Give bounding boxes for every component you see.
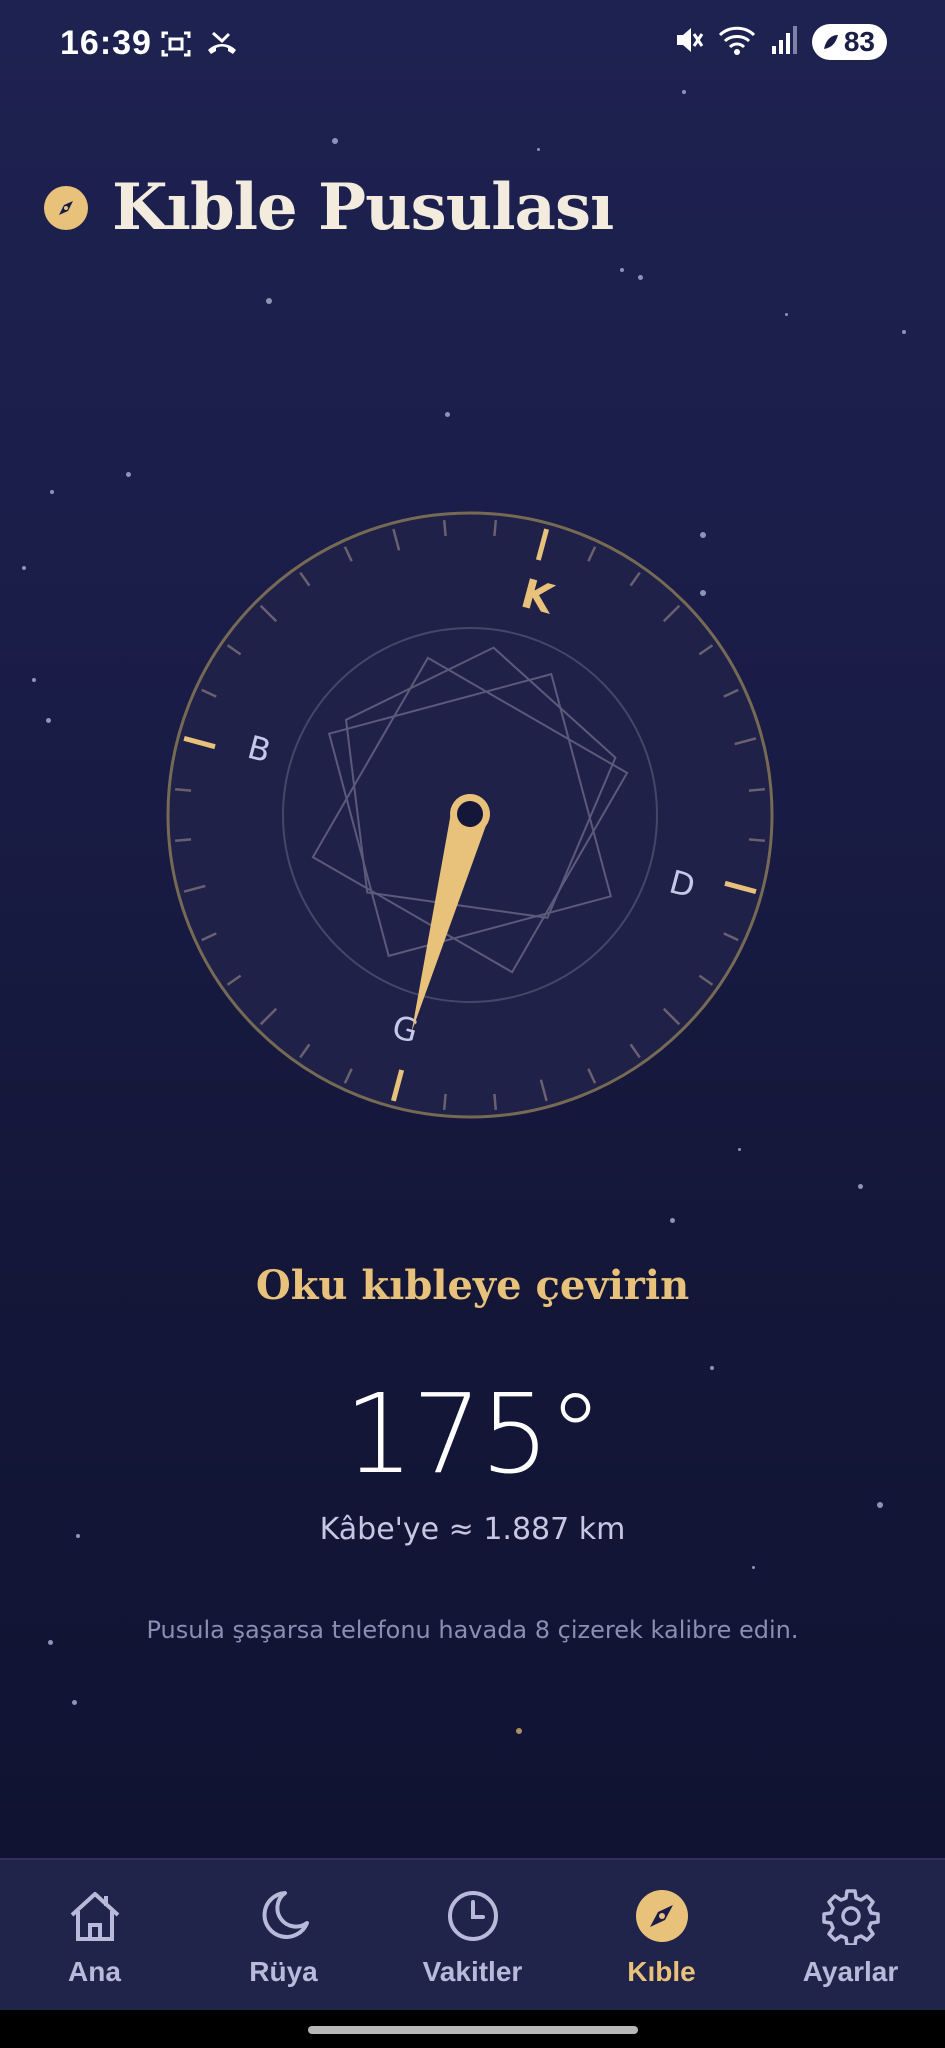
nav-item-ruya[interactable]: Rüya bbox=[189, 1860, 378, 2012]
degree-tick bbox=[175, 838, 192, 843]
compass-icon bbox=[44, 185, 88, 230]
nav-label-ana: Ana bbox=[68, 1956, 121, 1987]
battery-indicator: 83 bbox=[811, 24, 887, 60]
degree-tick bbox=[493, 520, 498, 537]
battery-level: 83 bbox=[843, 26, 875, 57]
nav-item-ana[interactable]: Ana bbox=[0, 1860, 189, 2012]
screenshot-icon bbox=[160, 28, 192, 64]
status-time: 16:39 bbox=[60, 24, 152, 62]
degree-tick bbox=[748, 787, 765, 792]
clock-icon bbox=[443, 1886, 503, 1946]
nav-item-vakitler[interactable]: Vakitler bbox=[378, 1860, 567, 2012]
degree-tick bbox=[442, 1093, 447, 1110]
degree-tick bbox=[175, 787, 192, 792]
gear-icon bbox=[821, 1886, 881, 1946]
nav-label-ruya: Rüya bbox=[249, 1956, 318, 1987]
nav-label-ayarlar: Ayarlar bbox=[802, 1956, 899, 1987]
battery-saver-icon bbox=[823, 35, 838, 49]
moon-icon bbox=[254, 1886, 314, 1946]
page-header: Kıble Pusulası bbox=[44, 170, 614, 245]
degree-tick bbox=[442, 520, 447, 537]
mute-icon bbox=[674, 24, 704, 60]
nav-item-kible[interactable]: Kıble bbox=[567, 1860, 756, 2012]
nav-item-ayarlar[interactable]: Ayarlar bbox=[756, 1860, 945, 2012]
missed-call-icon bbox=[206, 28, 238, 64]
bottom-nav: Ana Rüya Vakitler Kıble Ayarlar bbox=[0, 1858, 945, 2012]
nav-label-vakitler: Vakitler bbox=[422, 1956, 523, 1987]
status-bar: 16:39 83 bbox=[0, 0, 945, 90]
wifi-icon bbox=[718, 24, 756, 60]
home-icon bbox=[65, 1886, 125, 1946]
gesture-bar bbox=[0, 2010, 945, 2048]
nav-label-kible: Kıble bbox=[627, 1956, 696, 1987]
qibla-instruction: Oku kıbleye çevirin bbox=[255, 1262, 690, 1309]
calibration-hint: Pusula şaşarsa telefonu havada 8 çizerek… bbox=[146, 1616, 799, 1644]
signal-icon bbox=[770, 24, 798, 60]
home-gesture-handle[interactable] bbox=[308, 2026, 638, 2034]
qibla-degrees: 175° bbox=[344, 1370, 603, 1498]
degree-tick bbox=[748, 838, 765, 843]
page-title: Kıble Pusulası bbox=[112, 170, 614, 245]
compass-icon bbox=[632, 1886, 692, 1946]
qibla-compass: K D G B bbox=[166, 511, 774, 1119]
kaaba-distance: Kâbe'ye ≈ 1.887 km bbox=[319, 1512, 626, 1547]
degree-tick bbox=[493, 1093, 498, 1110]
